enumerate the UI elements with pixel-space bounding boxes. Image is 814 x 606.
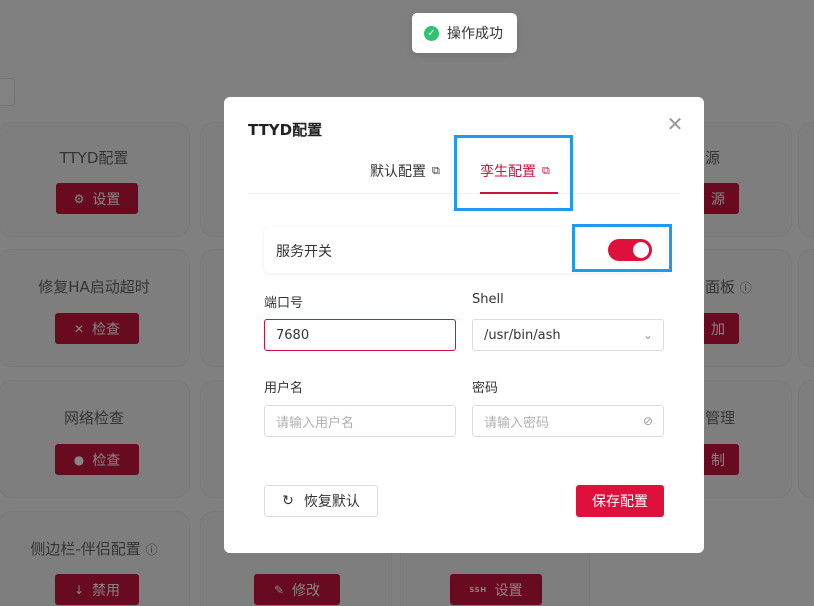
tabs-divider (248, 193, 680, 194)
password-label: 密码 (472, 381, 499, 396)
port-input[interactable]: 7680 (264, 319, 456, 351)
password-input[interactable]: 请输入密码 ⊘ (472, 405, 664, 437)
port-label: 端口号 (264, 296, 304, 311)
refresh-icon: ↻ (282, 493, 294, 509)
external-link-icon[interactable]: ⧉ (542, 164, 550, 178)
username-label: 用户名 (264, 381, 304, 396)
chevron-down-icon: ⌄ (642, 328, 653, 342)
service-switch-toggle[interactable] (608, 239, 652, 261)
ttyd-config-dialog: TTYD配置 ✕ 默认配置 ⧉ 孪生配置 ⧉ 服务开关 端口号 7680 She… (224, 97, 704, 553)
username-input[interactable]: 请输入用户名 (264, 405, 456, 437)
close-icon[interactable]: ✕ (666, 114, 684, 134)
external-link-icon[interactable]: ⧉ (432, 164, 440, 178)
service-switch-label: 服务开关 (276, 244, 332, 260)
tab-twin-config[interactable]: 孪生配置 ⧉ (480, 161, 550, 181)
shell-select[interactable]: /usr/bin/ash ⌄ (472, 319, 664, 351)
success-toast: ✓ 操作成功 (412, 13, 517, 53)
tab-default-config[interactable]: 默认配置 ⧉ (370, 161, 440, 181)
save-config-button[interactable]: 保存配置 (576, 485, 664, 517)
active-tab-indicator (480, 192, 558, 194)
eye-hidden-icon[interactable]: ⊘ (643, 414, 653, 428)
toast-text: 操作成功 (447, 26, 503, 42)
check-circle-icon: ✓ (424, 25, 439, 41)
dialog-title: TTYD配置 (248, 121, 323, 139)
reset-default-button[interactable]: ↻ 恢复默认 (264, 485, 378, 517)
shell-label: Shell (472, 292, 504, 307)
switch-knob (633, 242, 649, 258)
service-switch-row: 服务开关 (264, 227, 666, 273)
